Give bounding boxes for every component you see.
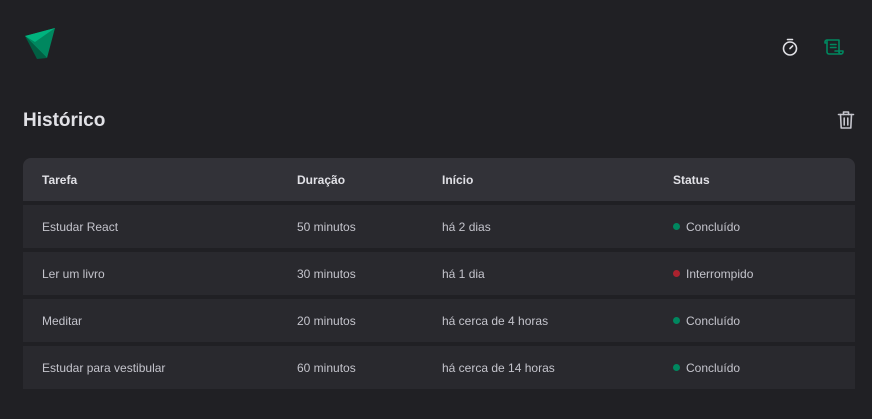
- status-dot: [673, 317, 680, 324]
- status-label: Concluído: [686, 219, 741, 234]
- table-header: Tarefa Duração Início Status: [23, 158, 855, 201]
- history-table: Tarefa Duração Início Status Estudar Rea…: [23, 158, 855, 389]
- start-cell: há cerca de 14 horas: [442, 360, 555, 375]
- status-cell: Concluído: [673, 361, 855, 375]
- table-row: Estudar React 50 minutos há 2 dias Concl…: [23, 205, 855, 248]
- task-cell: Ler um livro: [42, 266, 105, 281]
- scroll-icon: [824, 39, 844, 55]
- page-title: Histórico: [23, 110, 106, 131]
- status-cell: Concluído: [673, 220, 855, 234]
- duration-cell: 60 minutos: [297, 360, 356, 375]
- table-row: Meditar 20 minutos há cerca de 4 horas C…: [23, 299, 855, 342]
- timer-icon: [782, 38, 798, 56]
- start-cell: há 2 dias: [442, 219, 491, 234]
- start-cell: há cerca de 4 horas: [442, 313, 549, 328]
- column-header-status: Status: [673, 172, 710, 187]
- duration-cell: 50 minutos: [297, 219, 356, 234]
- duration-cell: 20 minutos: [297, 313, 356, 328]
- main-nav: [778, 35, 846, 59]
- history-nav-button[interactable]: [822, 35, 846, 59]
- table-row: Estudar para vestibular 60 minutos há ce…: [23, 346, 855, 389]
- status-dot: [673, 223, 680, 230]
- status-cell: Interrompido: [673, 267, 855, 281]
- status-dot: [673, 270, 680, 277]
- trash-icon: [837, 111, 855, 129]
- app-logo-icon[interactable]: [23, 26, 57, 60]
- column-header-task: Tarefa: [42, 172, 78, 187]
- column-header-duration: Duração: [297, 172, 346, 187]
- timer-nav-button[interactable]: [778, 35, 802, 59]
- column-header-start: Início: [442, 172, 474, 187]
- status-dot: [673, 364, 680, 371]
- status-label: Interrompido: [686, 266, 754, 281]
- table-row: Ler um livro 30 minutos há 1 dia Interro…: [23, 252, 855, 295]
- clear-history-button[interactable]: [835, 109, 857, 131]
- status-cell: Concluído: [673, 314, 855, 328]
- task-cell: Estudar para vestibular: [42, 360, 166, 375]
- start-cell: há 1 dia: [442, 266, 485, 281]
- status-label: Concluído: [686, 313, 741, 328]
- status-label: Concluído: [686, 360, 741, 375]
- app-header: [0, 0, 872, 90]
- task-cell: Estudar React: [42, 219, 119, 234]
- duration-cell: 30 minutos: [297, 266, 356, 281]
- task-cell: Meditar: [42, 313, 83, 328]
